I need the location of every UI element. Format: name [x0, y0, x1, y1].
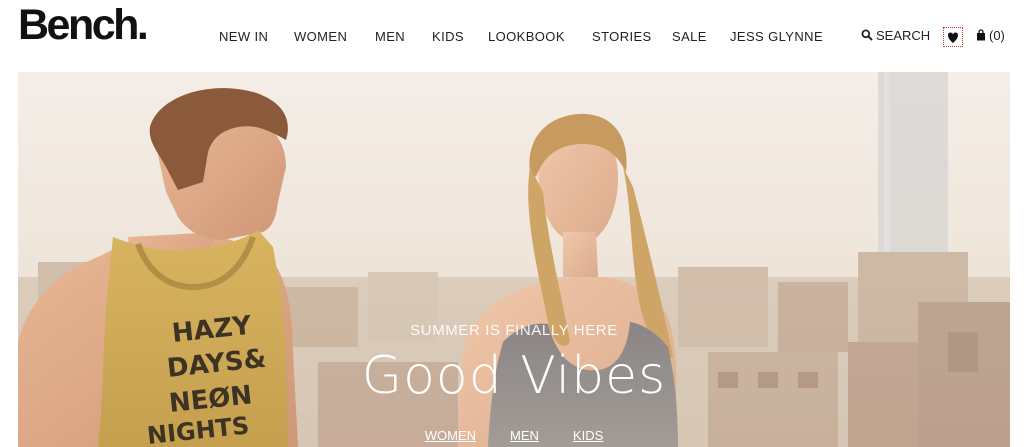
hero-banner[interactable]: HAZY DAYS& NEØN NIGHTS SUMMER IS FINALLY… [18, 72, 1010, 447]
hero-title: Good Vibes [361, 346, 667, 406]
nav-item-men[interactable]: MEN [375, 29, 405, 44]
nav-item-stories[interactable]: STORIES [592, 29, 652, 44]
nav-item-women[interactable]: WOMEN [294, 29, 347, 44]
hero-link-women[interactable]: WOMEN [425, 428, 476, 443]
hero-link-men[interactable]: MEN [510, 428, 539, 443]
nav-item-jess-glynne[interactable]: JESS GLYNNE [730, 29, 823, 44]
bag-count: (0) [989, 28, 1005, 43]
hero-links: WOMEN MEN KIDS [18, 428, 1010, 443]
hero-subtitle: SUMMER IS FINALLY HERE [410, 322, 618, 339]
bench-logo[interactable]: Bench. [18, 2, 149, 48]
hero-link-kids[interactable]: KIDS [573, 428, 603, 443]
search-label: SEARCH [876, 28, 931, 43]
wishlist-button[interactable] [943, 27, 963, 47]
shopping-bag-button[interactable]: (0) [976, 28, 1005, 48]
nav-item-sale[interactable]: SALE [672, 29, 707, 44]
site-header: Bench. NEW IN WOMEN MEN KIDS LOOKBOOK ST… [0, 0, 1024, 72]
heart-icon [948, 32, 958, 43]
nav-item-new-in[interactable]: NEW IN [219, 29, 268, 44]
nav-item-kids[interactable]: KIDS [432, 29, 464, 44]
search-icon [861, 29, 873, 41]
bag-icon [977, 29, 985, 41]
search-button[interactable]: SEARCH [861, 28, 930, 48]
nav-item-lookbook[interactable]: LOOKBOOK [488, 29, 565, 44]
